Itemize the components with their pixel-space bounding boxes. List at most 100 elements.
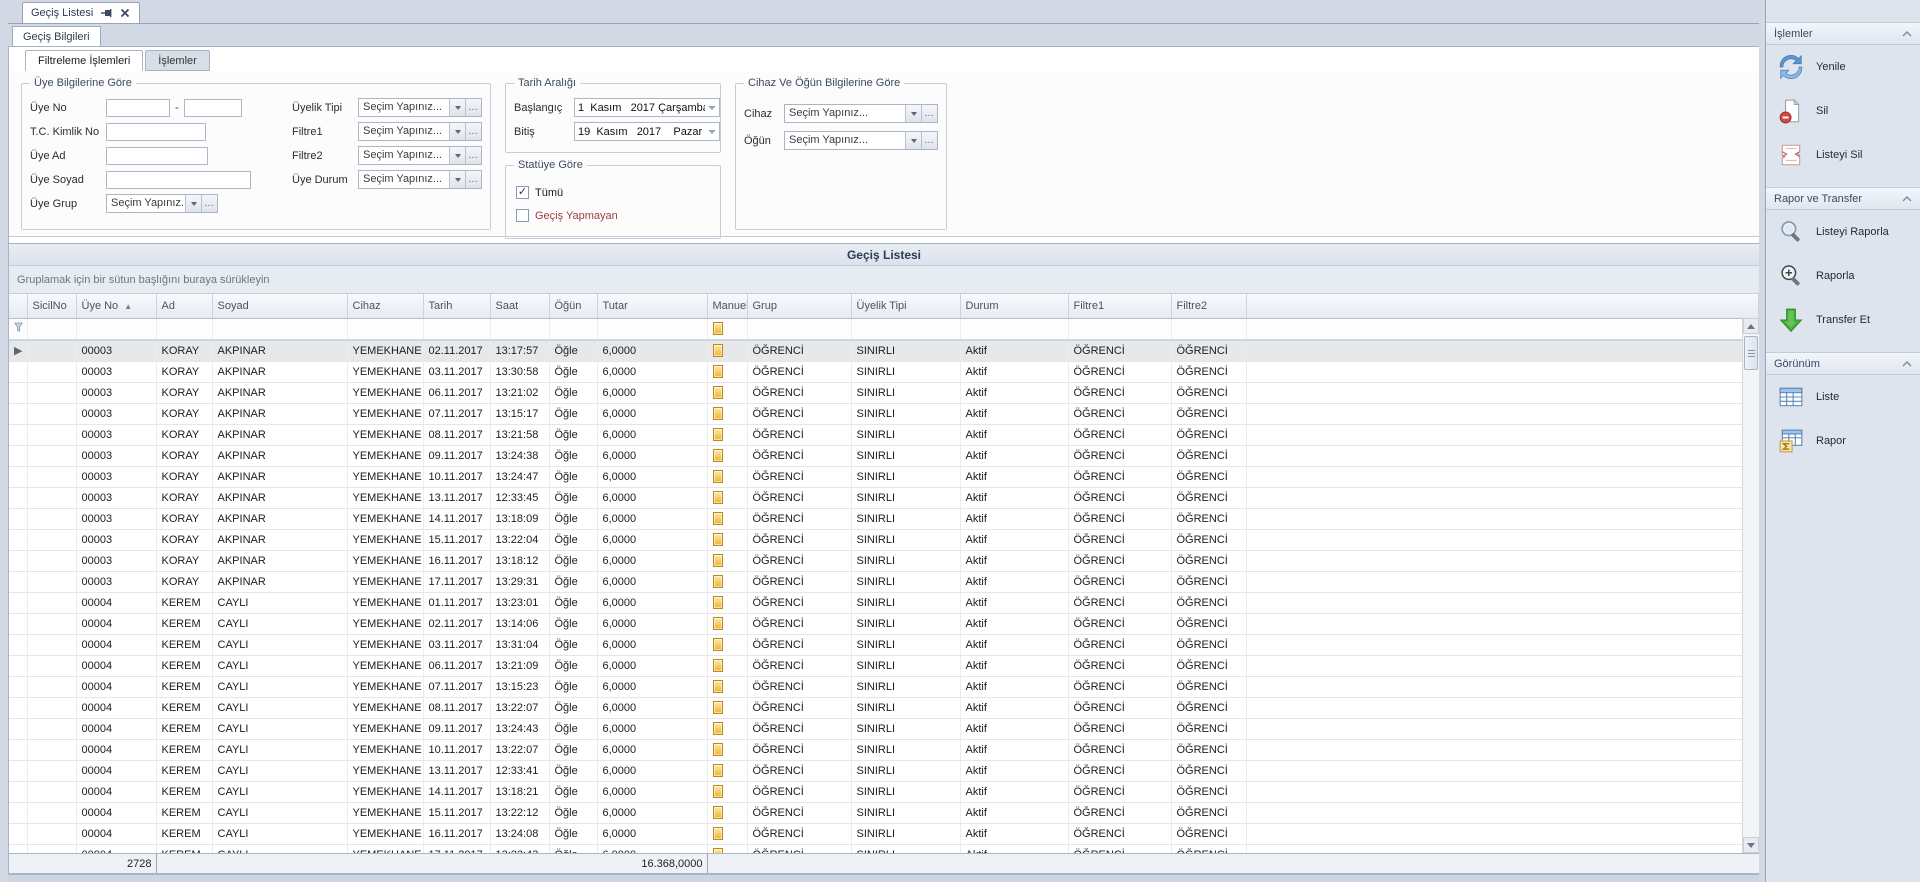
column-header-saat[interactable]: Saat bbox=[490, 294, 549, 318]
cell-grup[interactable]: ÖĞRENCİ bbox=[747, 718, 851, 739]
collapse-chevron-icon[interactable] bbox=[1902, 358, 1912, 370]
cell--n[interactable]: Öğle bbox=[549, 508, 597, 529]
cell-tutar[interactable]: 6,0000 bbox=[597, 445, 707, 466]
cell--ye-no[interactable]: 00003 bbox=[76, 550, 156, 571]
column-header-tutar[interactable]: Tutar bbox=[597, 294, 707, 318]
cell-ad[interactable]: KORAY bbox=[156, 550, 212, 571]
cell-soyad[interactable]: CAYLI bbox=[212, 676, 347, 697]
table-row[interactable]: 00004KEREMCAYLIYEMEKHANE09.11.201713:24:… bbox=[9, 718, 1759, 739]
cell-durum[interactable]: Aktif bbox=[960, 571, 1068, 592]
cell--ye-no[interactable]: 00004 bbox=[76, 781, 156, 802]
cell-ad[interactable]: KORAY bbox=[156, 445, 212, 466]
cell-filtre1[interactable]: ÖĞRENCİ bbox=[1068, 340, 1171, 361]
ellipsis-button[interactable]: … bbox=[921, 132, 937, 149]
cell-cihaz[interactable]: YEMEKHANE bbox=[347, 529, 423, 550]
cell-soyad[interactable]: AKPINAR bbox=[212, 508, 347, 529]
cell-filtre2[interactable]: ÖĞRENCİ bbox=[1171, 445, 1246, 466]
table-row[interactable]: 00003KORAYAKPINARYEMEKHANE14.11.201713:1… bbox=[9, 508, 1759, 529]
cell-grup[interactable]: ÖĞRENCİ bbox=[747, 697, 851, 718]
filter-cell--n[interactable] bbox=[549, 318, 597, 340]
cell-durum[interactable]: Aktif bbox=[960, 697, 1068, 718]
cell--n[interactable]: Öğle bbox=[549, 592, 597, 613]
ellipsis-button[interactable]: … bbox=[465, 147, 481, 164]
cell-sicilno[interactable] bbox=[27, 445, 76, 466]
auto-filter-row[interactable] bbox=[9, 318, 1759, 340]
chevron-down-icon[interactable] bbox=[449, 171, 465, 188]
cell-soyad[interactable]: AKPINAR bbox=[212, 361, 347, 382]
cell--ye-no[interactable]: 00003 bbox=[76, 382, 156, 403]
cell-tarih[interactable]: 15.11.2017 bbox=[423, 529, 490, 550]
cell-filtre2[interactable]: ÖĞRENCİ bbox=[1171, 424, 1246, 445]
cell-grup[interactable]: ÖĞRENCİ bbox=[747, 760, 851, 781]
chevron-down-icon[interactable] bbox=[185, 195, 201, 212]
cell-soyad[interactable]: AKPINAR bbox=[212, 550, 347, 571]
cell-ad[interactable]: KORAY bbox=[156, 508, 212, 529]
collapse-chevron-icon[interactable] bbox=[1902, 193, 1912, 205]
cell--ye-no[interactable]: 00004 bbox=[76, 844, 156, 853]
cell-tarih[interactable]: 16.11.2017 bbox=[423, 550, 490, 571]
cell-durum[interactable]: Aktif bbox=[960, 382, 1068, 403]
cell-filtre2[interactable]: ÖĞRENCİ bbox=[1171, 613, 1246, 634]
cell-filtre2[interactable]: ÖĞRENCİ bbox=[1171, 466, 1246, 487]
cell-filtre2[interactable]: ÖĞRENCİ bbox=[1171, 655, 1246, 676]
cell-filtre2[interactable]: ÖĞRENCİ bbox=[1171, 844, 1246, 853]
cell-tarih[interactable]: 14.11.2017 bbox=[423, 508, 490, 529]
cell-durum[interactable]: Aktif bbox=[960, 718, 1068, 739]
scrollbar-thumb[interactable] bbox=[1744, 336, 1758, 370]
cell-ad[interactable]: KEREM bbox=[156, 802, 212, 823]
tab-filtreleme-islemleri[interactable]: Filtreleme İşlemleri bbox=[25, 50, 143, 71]
cell--yelik-tipi[interactable]: SINIRLI bbox=[851, 613, 960, 634]
cell-sicilno[interactable] bbox=[27, 382, 76, 403]
chevron-down-icon[interactable] bbox=[449, 99, 465, 116]
cell-cihaz[interactable]: YEMEKHANE bbox=[347, 340, 423, 361]
cell-filtre1[interactable]: ÖĞRENCİ bbox=[1068, 571, 1171, 592]
cell--ye-no[interactable]: 00003 bbox=[76, 508, 156, 529]
cell-ad[interactable]: KEREM bbox=[156, 613, 212, 634]
cell-grup[interactable]: ÖĞRENCİ bbox=[747, 340, 851, 361]
cell-tutar[interactable]: 6,0000 bbox=[597, 823, 707, 844]
cell-grup[interactable]: ÖĞRENCİ bbox=[747, 487, 851, 508]
cell-grup[interactable]: ÖĞRENCİ bbox=[747, 676, 851, 697]
cell-filtre1[interactable]: ÖĞRENCİ bbox=[1068, 403, 1171, 424]
cell-manuel[interactable] bbox=[707, 487, 747, 508]
cell--ye-no[interactable]: 00004 bbox=[76, 655, 156, 676]
cell--n[interactable]: Öğle bbox=[549, 445, 597, 466]
cell-tarih[interactable]: 14.11.2017 bbox=[423, 781, 490, 802]
cell-cihaz[interactable]: YEMEKHANE bbox=[347, 382, 423, 403]
cell--ye-no[interactable]: 00003 bbox=[76, 466, 156, 487]
column-header--yelik-tipi[interactable]: Üyelik Tipi bbox=[851, 294, 960, 318]
cell-filtre1[interactable]: ÖĞRENCİ bbox=[1068, 634, 1171, 655]
cell-ad[interactable]: KEREM bbox=[156, 823, 212, 844]
cell-filtre1[interactable]: ÖĞRENCİ bbox=[1068, 424, 1171, 445]
cell-tarih[interactable]: 08.11.2017 bbox=[423, 697, 490, 718]
chevron-down-icon[interactable] bbox=[449, 123, 465, 140]
cell-cihaz[interactable]: YEMEKHANE bbox=[347, 571, 423, 592]
cell-soyad[interactable]: AKPINAR bbox=[212, 382, 347, 403]
cell-durum[interactable]: Aktif bbox=[960, 739, 1068, 760]
ogun-combo[interactable]: Seçim Yapınız... … bbox=[784, 131, 938, 150]
cell-ad[interactable]: KEREM bbox=[156, 844, 212, 853]
cell-sicilno[interactable] bbox=[27, 802, 76, 823]
cell-cihaz[interactable]: YEMEKHANE bbox=[347, 403, 423, 424]
cell-saat[interactable]: 13:22:12 bbox=[490, 802, 549, 823]
cell--ye-no[interactable]: 00004 bbox=[76, 592, 156, 613]
close-icon[interactable] bbox=[119, 7, 131, 19]
document-tab-gecis-listesi[interactable]: Geçiş Listesi bbox=[22, 2, 140, 23]
cell-tarih[interactable]: 09.11.2017 bbox=[423, 445, 490, 466]
cell--ye-no[interactable]: 00004 bbox=[76, 760, 156, 781]
column-header-tarih[interactable]: Tarih bbox=[423, 294, 490, 318]
cell-cihaz[interactable]: YEMEKHANE bbox=[347, 445, 423, 466]
cell-tarih[interactable]: 16.11.2017 bbox=[423, 823, 490, 844]
cell-sicilno[interactable] bbox=[27, 634, 76, 655]
ellipsis-button[interactable]: … bbox=[921, 105, 937, 122]
cell-saat[interactable]: 13:18:21 bbox=[490, 781, 549, 802]
column-header-durum[interactable]: Durum bbox=[960, 294, 1068, 318]
cell-tutar[interactable]: 6,0000 bbox=[597, 487, 707, 508]
cell-durum[interactable]: Aktif bbox=[960, 466, 1068, 487]
cell-tutar[interactable]: 6,0000 bbox=[597, 403, 707, 424]
cell-tutar[interactable]: 6,0000 bbox=[597, 613, 707, 634]
cell--yelik-tipi[interactable]: SINIRLI bbox=[851, 445, 960, 466]
cell-filtre1[interactable]: ÖĞRENCİ bbox=[1068, 655, 1171, 676]
cell-tarih[interactable]: 10.11.2017 bbox=[423, 466, 490, 487]
cell--n[interactable]: Öğle bbox=[549, 613, 597, 634]
